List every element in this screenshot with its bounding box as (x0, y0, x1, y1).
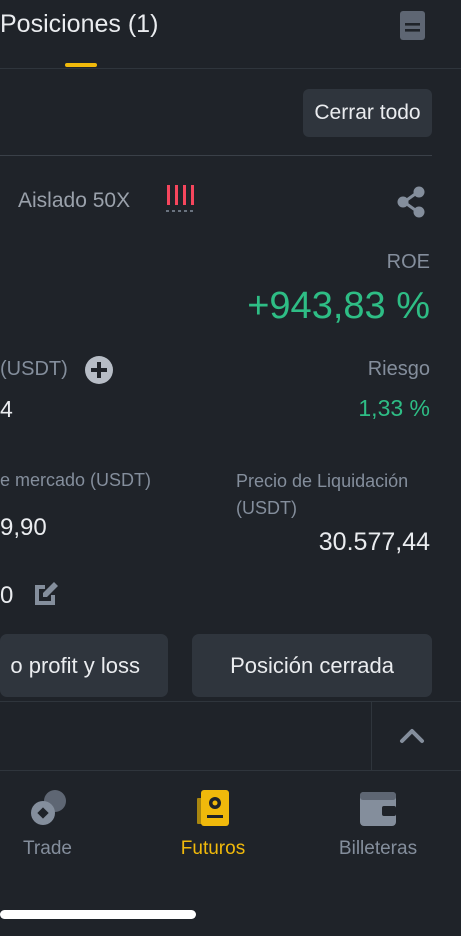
share-icon[interactable] (396, 186, 426, 218)
risk-bars-icon[interactable] (166, 185, 196, 213)
header-divider (0, 68, 461, 69)
risk-value: 1,33 % (358, 395, 430, 421)
collapse-separator (371, 702, 372, 770)
tp-sl-button[interactable]: o profit y loss (0, 634, 168, 697)
document-icon[interactable] (400, 11, 425, 40)
nav-label-wallets: Billeteras (338, 838, 418, 859)
nav-divider (0, 770, 461, 771)
nav-label-trade: Trade (23, 838, 72, 859)
trade-icon (30, 790, 66, 825)
nav-item-wallets[interactable]: Billeteras (326, 786, 430, 860)
nav-item-futures[interactable]: Futuros (168, 786, 258, 860)
size-value: 4 (0, 396, 13, 422)
mark-price-label: e mercado (USDT) (0, 470, 152, 490)
active-tab-indicator (65, 63, 97, 67)
tab-positions[interactable]: Posiciones (1) (0, 10, 158, 39)
margin-mode-label: Aislado 50X (18, 189, 131, 212)
chevron-up-icon[interactable] (398, 724, 426, 746)
close-all-button[interactable]: Cerrar todo (303, 89, 432, 137)
liquidation-price-label: Precio de Liquidación (USDT) (236, 471, 409, 518)
liquidation-price-value: 30.577,44 (318, 528, 430, 556)
risk-label: Riesgo (367, 358, 430, 380)
roe-value: +943,83 % (247, 285, 430, 327)
size-label: (USDT) (0, 358, 68, 380)
edit-icon[interactable] (32, 580, 60, 608)
close-position-button[interactable]: Posición cerrada (192, 634, 432, 697)
home-indicator[interactable] (0, 910, 196, 919)
wallet-icon (360, 792, 396, 826)
roe-label: ROE (386, 251, 430, 273)
futures-icon (197, 790, 229, 826)
nav-label-futures: Futuros (180, 838, 246, 859)
add-circle-icon[interactable] (84, 355, 114, 385)
mark-price-value: 9,90 (0, 514, 47, 541)
section-divider (0, 701, 461, 702)
section-divider (0, 155, 432, 156)
nav-item-trade[interactable]: Trade (10, 786, 85, 860)
margin-value: 0 (0, 582, 14, 609)
